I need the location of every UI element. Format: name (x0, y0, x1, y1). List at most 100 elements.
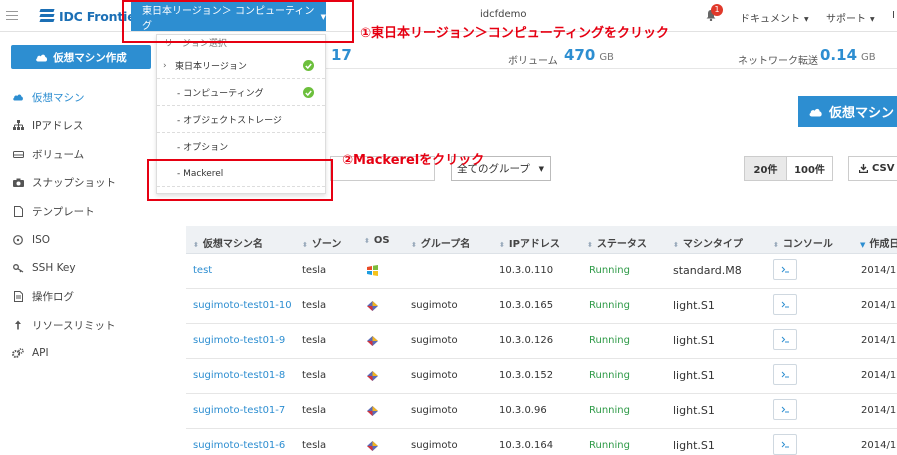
sidebar-item-iso[interactable]: ISO (12, 232, 50, 248)
camera-icon (12, 178, 24, 187)
vm-status: Running (589, 440, 630, 451)
sort-icon: ⬍ (302, 241, 308, 249)
sidebar-item-snapshot[interactable]: スナップショット (12, 174, 116, 190)
menu-item-label: - Mackerel (177, 168, 224, 179)
sidebar-item-resource-limit[interactable]: リソースリミット (12, 317, 115, 333)
main-create-vm-button[interactable]: 仮想マシン (798, 96, 897, 127)
sidebar-item-label: SSH Key (32, 262, 76, 274)
network-total: 0.14 GB (820, 46, 876, 64)
column-header-os[interactable]: ⬍ OS (364, 235, 390, 246)
column-header-zone[interactable]: ⬍ ゾーン (302, 235, 341, 250)
vm-group: sugimoto (411, 300, 458, 311)
column-header-group[interactable]: ⬍ グループ名 (411, 235, 470, 250)
menu-item-option[interactable]: - オプション (157, 134, 325, 160)
vm-status: Running (589, 335, 630, 346)
linux-icon (367, 441, 378, 451)
column-header-console[interactable]: ⬍ コンソール (773, 235, 833, 250)
menu-item-east-japan-region[interactable]: › 東日本リージョン (157, 53, 325, 79)
download-icon (859, 164, 868, 173)
vm-name-link[interactable]: sugimoto-test01-7 (193, 405, 285, 416)
column-header-label: コンソール (782, 239, 833, 250)
logo-mark-icon (39, 8, 55, 24)
vm-machine-type: light.S1 (673, 404, 715, 417)
terminal-icon (781, 336, 789, 343)
volume-unit: GB (599, 52, 614, 63)
vm-status: Running (589, 370, 630, 381)
console-button[interactable] (773, 259, 797, 280)
sidebar-item-volume[interactable]: ボリューム (12, 146, 84, 162)
per-page-100-button[interactable]: 100件 (786, 156, 833, 181)
region-dropdown-menu: リージョン選択 › 東日本リージョン - コンピューティング - オブジェクトス… (156, 34, 326, 194)
menu-item-object-storage[interactable]: - オブジェクトストレージ (157, 107, 325, 133)
column-header-label: 作成日 (869, 239, 897, 250)
per-page-20-button[interactable]: 20件 (744, 156, 787, 181)
sidebar-item-template[interactable]: テンプレート (12, 203, 95, 219)
column-header-label: 仮想マシン名 (202, 239, 263, 250)
menu-item-label: 東日本リージョン (175, 62, 247, 72)
documents-menu[interactable]: ドキュメント ▼ (740, 10, 809, 25)
vm-status: Running (589, 300, 630, 311)
network-icon (12, 120, 24, 130)
hamburger-menu-icon[interactable] (6, 11, 18, 23)
sort-desc-icon: ▼ (860, 241, 866, 249)
network-unit: GB (861, 52, 876, 63)
sidebar-item-ip[interactable]: IPアドレス (12, 117, 83, 133)
vm-group: sugimoto (411, 440, 458, 451)
sort-icon: ⬍ (364, 237, 370, 245)
limit-icon (12, 320, 24, 330)
sidebar-item-operation-log[interactable]: 操作ログ (12, 288, 74, 304)
column-header-ip[interactable]: ⬍ IPアドレス (499, 235, 560, 250)
cloud-icon (12, 93, 24, 101)
column-header-machine-type[interactable]: ⬍ マシンタイプ (673, 235, 743, 250)
terminal-icon (781, 371, 789, 378)
vm-count: 17 (331, 46, 352, 64)
vm-machine-type: light.S1 (673, 334, 715, 347)
sidebar-item-ssh-key[interactable]: SSH Key (12, 260, 76, 276)
vm-created: 2014/11 (861, 335, 897, 346)
vm-created: 2014/11 (861, 370, 897, 381)
caret-down-icon: ▼ (320, 12, 326, 21)
vm-name-link[interactable]: test (193, 265, 212, 276)
vm-name-link[interactable]: sugimoto-test01-8 (193, 370, 285, 381)
vm-name-link[interactable]: sugimoto-test01-9 (193, 335, 285, 346)
project-name: idcfdemo (480, 9, 527, 20)
account-menu[interactable]: I (892, 10, 895, 21)
network-value: 0.14 (820, 46, 858, 64)
column-header-label: ゾーン (311, 239, 342, 250)
sidebar: 仮想マシン作成 仮想マシン IPアドレス ボリューム スナップショット テンプレ… (0, 33, 162, 455)
create-vm-button[interactable]: 仮想マシン作成 (11, 45, 151, 69)
menu-item-computing[interactable]: - コンピューティング (157, 80, 325, 106)
region-selector-label: 東日本リージョン＞ コンピューティング (142, 5, 315, 32)
vm-machine-type: light.S1 (673, 299, 715, 312)
network-label: ネットワーク転送 (738, 56, 818, 67)
console-button[interactable] (773, 329, 797, 350)
menu-item-mackerel[interactable]: - Mackerel (157, 161, 325, 187)
column-header-created[interactable]: ▼ 作成日 (860, 235, 897, 250)
cloud-icon (809, 108, 822, 116)
support-menu[interactable]: サポート ▼ (826, 10, 875, 25)
console-button[interactable] (773, 434, 797, 455)
sidebar-item-label: IPアドレス (32, 119, 84, 132)
column-header-name[interactable]: ⬍ 仮想マシン名 (193, 235, 263, 250)
chevron-right-icon: › (163, 60, 167, 71)
column-header-status[interactable]: ⬍ ステータス (587, 235, 647, 250)
logo[interactable]: IDC Frontier (39, 7, 142, 25)
dropdown-header: リージョン選択 (164, 39, 227, 49)
vm-name-link[interactable]: sugimoto-test01-10 (193, 300, 292, 311)
console-button[interactable] (773, 399, 797, 420)
vm-group: sugimoto (411, 370, 458, 381)
region-selector-button[interactable]: 東日本リージョン＞ コンピューティング ▼ (131, 2, 326, 32)
sidebar-item-label: 操作ログ (32, 290, 74, 303)
vm-name-link[interactable]: sugimoto-test01-6 (193, 440, 285, 451)
sidebar-item-api[interactable]: API (12, 345, 49, 361)
terminal-icon (781, 266, 789, 273)
caret-down-icon: ▼ (870, 16, 875, 23)
csv-download-button[interactable]: CSV (848, 156, 897, 181)
console-button[interactable] (773, 364, 797, 385)
sidebar-item-vm[interactable]: 仮想マシン (12, 89, 85, 105)
volume-label: ボリューム (508, 56, 558, 67)
console-button[interactable] (773, 294, 797, 315)
vm-status: Running (589, 405, 630, 416)
vm-zone: tesla (302, 405, 327, 416)
sidebar-item-label: API (32, 347, 49, 359)
